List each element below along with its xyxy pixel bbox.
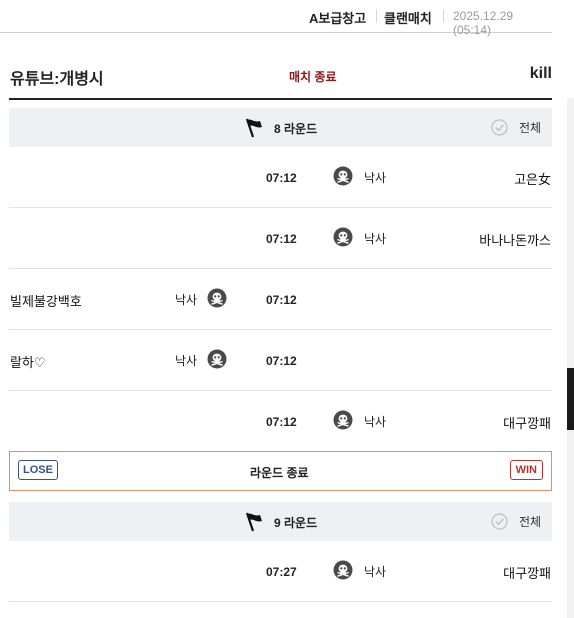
skull-icon	[207, 288, 227, 308]
death-type: 낙사	[175, 354, 198, 368]
divider	[443, 10, 444, 22]
death-type: 낙사	[364, 232, 387, 246]
team-name: 유튜브:개병시	[10, 71, 104, 88]
kill-row: 07:12 낙사 고은女	[9, 147, 552, 208]
skull-icon	[333, 227, 353, 247]
round-title: 8 라운드	[274, 122, 318, 136]
check-circle-icon[interactable]	[491, 513, 508, 530]
skull-icon	[333, 166, 353, 186]
event-time: 07:27	[266, 565, 297, 579]
skull-icon	[333, 410, 353, 430]
death-type: 낙사	[175, 293, 198, 307]
event-time: 07:12	[266, 415, 297, 429]
player-name[interactable]: 대구깡패	[503, 413, 551, 432]
death-type: 낙사	[364, 171, 387, 185]
skull-icon	[333, 560, 353, 580]
kill-row: 07:27 낙사 대구깡패	[9, 541, 552, 602]
flag-icon	[245, 118, 262, 138]
skull-icon	[207, 349, 227, 369]
player-name[interactable]: 빌제불강백호	[10, 291, 82, 310]
flag-icon	[245, 512, 262, 532]
player-name[interactable]: 바나나돈까스	[479, 230, 551, 249]
player-name[interactable]: 대구깡패	[503, 563, 551, 582]
round-end-label: 라운드 종료	[250, 466, 309, 480]
player-name[interactable]: 랄하♡	[10, 352, 46, 371]
warehouse-link[interactable]: A보급창고	[309, 8, 366, 27]
kill-row: 랄하♡ 낙사 07:12	[9, 330, 552, 391]
kill-row: 07:12 낙사 대구깡패	[9, 391, 552, 452]
event-time: 07:12	[266, 171, 297, 185]
event-time: 07:12	[266, 293, 297, 307]
match-datetime: 2025.12.29 (05:14)	[453, 9, 514, 37]
show-all-toggle[interactable]: 전체	[519, 513, 541, 530]
check-circle-icon[interactable]	[491, 119, 508, 136]
scrollbar-track[interactable]	[567, 98, 574, 618]
top-bar: A보급창고 클랜매치 2025.12.29 (05:14)	[0, 0, 552, 37]
player-name[interactable]: 고은女	[514, 169, 551, 188]
match-status: 매치 종료	[289, 70, 337, 84]
divider	[376, 10, 377, 22]
match-header: 유튜브:개병시 매치 종료 kill	[9, 62, 552, 100]
round-result: LOSE 라운드 종료 WIN	[9, 451, 552, 491]
kill-row: 07:12 낙사 바나나돈까스	[9, 208, 552, 269]
round-title: 9 라운드	[274, 516, 318, 530]
scrollbar-thumb[interactable]	[567, 368, 574, 430]
kill-column-title: kill	[529, 65, 552, 82]
event-time: 07:12	[266, 232, 297, 246]
kill-row: 빌제불강백호 낙사 07:12	[9, 269, 552, 330]
lose-badge: LOSE	[18, 460, 58, 480]
win-badge: WIN	[509, 460, 543, 480]
death-type: 낙사	[364, 565, 387, 579]
show-all-toggle[interactable]: 전체	[519, 119, 541, 136]
round-header: 8 라운드 전체	[9, 108, 552, 147]
event-time: 07:12	[266, 354, 297, 368]
clan-match-link[interactable]: 클랜매치	[384, 8, 432, 27]
round-header: 9 라운드 전체	[9, 502, 552, 541]
death-type: 낙사	[364, 415, 387, 429]
